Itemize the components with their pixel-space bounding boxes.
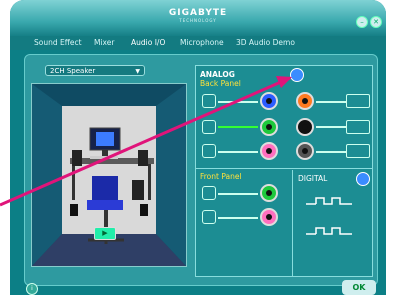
pointer-arrow [0, 76, 292, 207]
